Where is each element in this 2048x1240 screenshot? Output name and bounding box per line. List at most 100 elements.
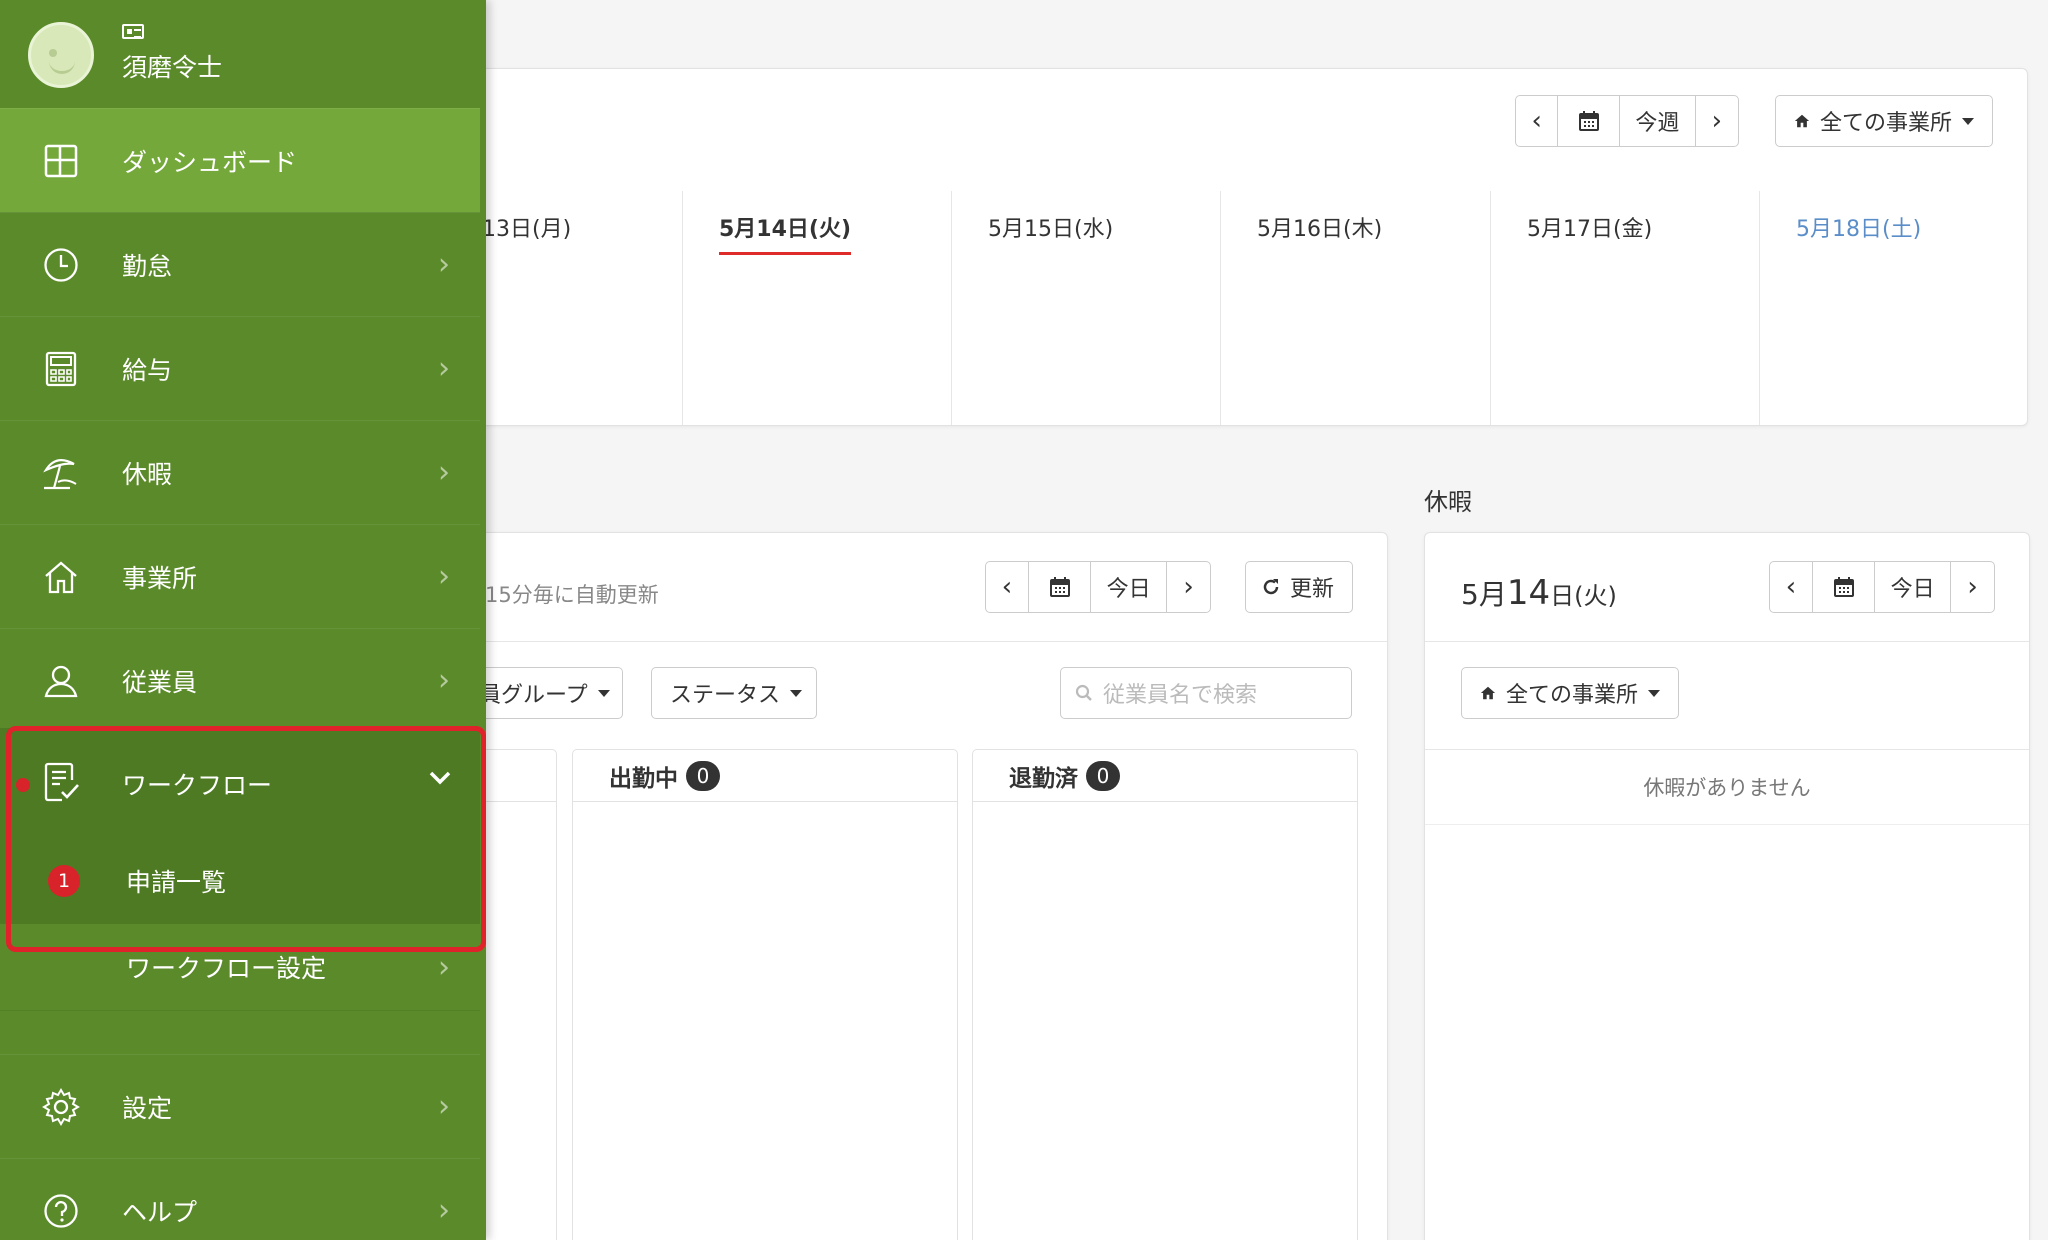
beach-umbrella-icon [40,452,82,494]
refresh-label: 更新 [1290,577,1335,602]
dashboard-icon [40,140,82,182]
status-label: ステータス [670,683,781,708]
checklist-icon [44,762,80,806]
day-column[interactable]: 5月16日(木) [1220,191,1491,425]
sidebar-item-label: 設定 [122,1093,173,1123]
divider [441,641,1387,642]
chevron-right-icon: › [438,559,450,594]
sidebar-item-workflow[interactable]: ワークフロー [0,728,480,836]
chevron-left-icon: ‹ [1531,106,1542,136]
day-column[interactable]: 5月17日(金) [1490,191,1760,425]
chevron-down-icon [428,758,452,802]
sidebar-subitem-requests[interactable]: 1 申請一覧 [0,838,480,924]
sidebar-item-label: 従業員 [122,667,198,697]
calendar-icon [1578,111,1599,131]
this-week-button[interactable]: 今週 [1620,96,1696,146]
sidebar-item-label: ダッシュボード [122,147,298,177]
calendar-picker-button[interactable] [1558,96,1621,146]
office-filter-dropdown[interactable]: 全ての事業所 [1775,95,1993,147]
calendar-icon [1833,577,1854,597]
office-filter-label: 全ての事業所 [1505,683,1638,708]
leave-date-suffix: 日(火) [1550,582,1617,610]
day-navigation: ‹ 今日 › [985,561,1211,613]
sidebar-item-label: ワークフロー [122,771,273,800]
day-label: 5月15日(水) [988,217,1114,242]
prev-day-button[interactable]: ‹ [986,562,1029,612]
leave-card: 5月14日(火) ‹ 今日 › 全ての事業所 休暇がありません [1424,532,2030,1240]
sidebar-item-office[interactable]: 事業所 › [0,524,480,628]
leave-empty-message: 休暇がありません [1643,776,1811,800]
day-label: 5月18日(土) [1796,217,1922,242]
search-icon [1075,684,1092,701]
day-label: 5月17日(金) [1527,217,1653,242]
weekly-schedule-card: ‹ 今週 › 全ての事業所 13日(月) 5月14日(火) 5月15日(水) 5… [440,68,2028,426]
count-badge: 0 [686,760,720,791]
refresh-button[interactable]: 更新 [1245,561,1353,613]
leave-date-day: 14 [1506,573,1551,613]
calendar-picker-button[interactable] [1029,562,1092,612]
week-navigation: ‹ 今週 › [1515,95,1739,147]
leave-section-title: 休暇 [1424,488,1472,516]
today-button[interactable]: 今日 [1091,562,1168,612]
gear-icon [40,1086,82,1128]
status-column-left: 退勤済 0 [972,749,1358,1240]
user-name: 須磨令士 [122,53,223,82]
next-day-button[interactable]: › [1951,562,1994,612]
user-profile[interactable]: 須磨令士 [0,0,486,108]
sidebar-item-leave[interactable]: 休暇 › [0,420,480,524]
chevron-right-icon: › [438,351,450,386]
caret-down-icon [790,689,803,697]
prev-day-button[interactable]: ‹ [1770,562,1813,612]
sidebar-item-attendance[interactable]: 勤怠 › [0,212,480,316]
id-card-icon [122,24,144,39]
attendance-card: 15分毎に自動更新 ‹ 今日 › 更新 業員グループ ステータス 従業員名で検索… [421,532,1388,1240]
leave-day-navigation: ‹ 今日 › [1769,561,1995,613]
sidebar-subitem-label: 申請一覧 [126,868,227,897]
chevron-left-icon: ‹ [1785,572,1797,602]
day-label: 5月14日(火) [719,211,852,255]
sidebar-item-help[interactable]: ヘルプ › [0,1158,480,1240]
caret-down-icon [1962,117,1974,125]
sidebar-item-employees[interactable]: 従業員 › [0,628,480,732]
search-placeholder: 従業員名で検索 [1103,683,1258,708]
day-label: 5月16日(木) [1257,217,1383,242]
column-title: 出勤中 [609,765,678,792]
sidebar-item-label: 勤怠 [122,251,173,281]
auto-refresh-text: 15分毎に自動更新 [485,583,659,607]
chevron-left-icon: ‹ [1001,572,1013,602]
status-dropdown[interactable]: ステータス [651,667,817,719]
chevron-right-icon: › [1967,572,1978,602]
home-icon [40,556,82,598]
sidebar-subitem-workflow-settings[interactable]: ワークフロー設定 › [0,924,480,1010]
next-day-button[interactable]: › [1167,562,1210,612]
employee-search-input[interactable]: 従業員名で検索 [1060,667,1352,719]
day-column[interactable]: 5月14日(火) [682,191,952,425]
day-label: 13日(月) [482,217,572,242]
question-circle-icon [40,1190,82,1232]
today-button[interactable]: 今日 [1875,562,1952,612]
next-week-button[interactable]: › [1696,96,1738,146]
sidebar-item-payroll[interactable]: 給与 › [0,316,480,420]
office-filter-label: 全ての事業所 [1819,111,1952,136]
sidebar-item-settings[interactable]: 設定 › [0,1054,480,1158]
prev-week-button[interactable]: ‹ [1516,96,1559,146]
count-badge: 0 [1086,760,1120,791]
day-column[interactable]: 5月15日(水) [951,191,1221,425]
sidebar-item-label: 給与 [122,355,173,385]
caret-down-icon [1648,689,1660,697]
leave-date: 5月14日(火) [1461,573,1617,613]
calendar-icon [1049,577,1070,597]
sidebar-item-label: 事業所 [122,563,198,593]
leave-office-filter-dropdown[interactable]: 全ての事業所 [1461,667,1679,719]
day-column[interactable]: 5月18日(土) [1759,191,2029,425]
leave-date-month: 5月 [1461,578,1507,611]
request-count-badge: 1 [48,865,80,897]
home-icon [1480,686,1496,700]
leave-empty-row: 休暇がありません [1425,749,2029,825]
caret-down-icon [597,689,610,697]
notification-dot [16,778,30,792]
chevron-right-icon: › [438,247,450,282]
sidebar-divider [0,1010,480,1046]
sidebar-item-dashboard[interactable]: ダッシュボード [0,108,480,212]
calendar-picker-button[interactable] [1813,562,1876,612]
